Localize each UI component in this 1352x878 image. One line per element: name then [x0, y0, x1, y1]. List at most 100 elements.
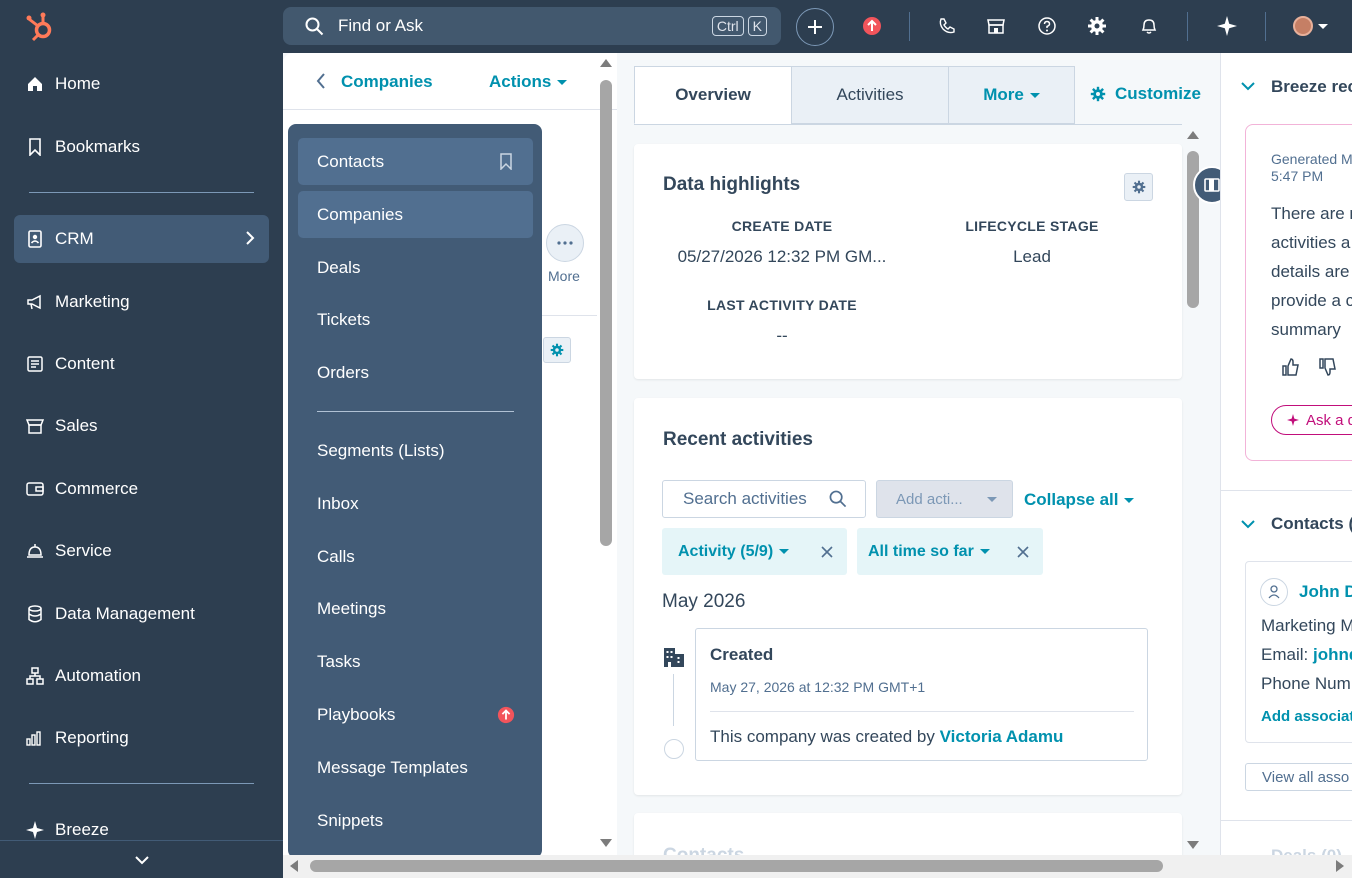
menu-item-label: Inbox: [317, 493, 359, 513]
menu-item-deals[interactable]: Deals: [298, 244, 533, 291]
scrollbar-thumb[interactable]: [310, 860, 1163, 872]
scroll-up-icon[interactable]: [1187, 131, 1199, 139]
nav-label: Reporting: [55, 728, 129, 747]
scroll-down-icon[interactable]: [1187, 841, 1199, 849]
menu-item-contacts[interactable]: Contacts: [298, 138, 533, 185]
summary-line: provide a c: [1271, 291, 1352, 310]
notifications-icon[interactable]: [1133, 10, 1165, 42]
add-icon[interactable]: [796, 8, 834, 46]
chevron-down-icon: [1124, 498, 1135, 504]
ask-a-question-button[interactable]: Ask a q: [1271, 405, 1352, 435]
center-scrollbar[interactable]: [1185, 127, 1201, 853]
last-activity-value: --: [776, 326, 788, 345]
panel-divider: [542, 315, 597, 316]
nav-label: Breeze: [55, 820, 109, 839]
help-icon[interactable]: [1031, 10, 1063, 42]
menu-item-playbooks[interactable]: Playbooks: [298, 691, 533, 738]
chevron-down-icon: [986, 496, 997, 502]
menu-item-meetings[interactable]: Meetings: [298, 585, 533, 632]
customize-button[interactable]: Customize: [1090, 84, 1201, 104]
bookmark-icon[interactable]: [499, 153, 513, 170]
back-to-companies-link[interactable]: Companies: [341, 72, 433, 92]
nav-content[interactable]: Content: [14, 340, 269, 388]
settings-icon[interactable]: [1081, 10, 1113, 42]
timeline-line: [673, 674, 674, 726]
gear-icon: [1090, 86, 1106, 102]
menu-item-tickets[interactable]: Tickets: [298, 296, 533, 343]
nav-commerce[interactable]: Commerce: [14, 465, 269, 513]
menu-item-label: Tasks: [317, 651, 361, 671]
megaphone-icon: [26, 293, 44, 311]
menu-item-snippets[interactable]: Snippets: [298, 797, 533, 844]
nav-reporting[interactable]: Reporting: [14, 714, 269, 762]
nav-marketing[interactable]: Marketing: [14, 278, 269, 326]
activity-user-link[interactable]: Victoria Adamu: [940, 727, 1064, 746]
toolbar-divider: [1265, 12, 1266, 41]
global-search[interactable]: Find or Ask Ctrl K: [283, 7, 781, 45]
scroll-up-icon[interactable]: [600, 59, 612, 67]
lifecycle-stage-label: LIFECYCLE STAGE: [965, 218, 1099, 234]
recent-activities-card: Recent activities Search activities Add …: [634, 398, 1182, 795]
nav-expand-button[interactable]: [0, 840, 283, 878]
time-filter-chip[interactable]: All time so far: [857, 528, 1043, 575]
thumbs-down-icon[interactable]: [1319, 358, 1337, 376]
menu-item-orders[interactable]: Orders: [298, 349, 533, 396]
marketplace-icon[interactable]: [980, 10, 1012, 42]
activity-filter-chip[interactable]: Activity (5/9): [662, 528, 847, 575]
email-link[interactable]: johnd: [1313, 645, 1352, 664]
add-association-link[interactable]: Add associati: [1261, 708, 1352, 725]
add-activity-label: Add acti...: [896, 490, 963, 508]
phone-icon[interactable]: [931, 10, 963, 42]
generated-line-1: Generated M: [1271, 151, 1352, 167]
nav-data-management[interactable]: Data Management: [14, 590, 269, 638]
scroll-down-icon[interactable]: [600, 839, 612, 847]
menu-item-message-templates[interactable]: Message Templates: [298, 744, 533, 791]
menu-item-calls[interactable]: Calls: [298, 533, 533, 580]
nav-service[interactable]: Service: [14, 527, 269, 575]
view-all-associations-button[interactable]: View all asso: [1245, 763, 1352, 791]
menu-item-inbox[interactable]: Inbox: [298, 480, 533, 527]
activity-entry[interactable]: Created May 27, 2026 at 12:32 PM GMT+1 T…: [695, 628, 1148, 761]
scroll-left-icon[interactable]: [290, 860, 298, 872]
actions-dropdown[interactable]: Actions: [489, 72, 568, 92]
nav-label: Marketing: [55, 292, 130, 311]
menu-item-segments[interactable]: Segments (Lists): [298, 427, 533, 474]
chevron-down-icon[interactable]: [1241, 81, 1255, 91]
workflow-icon: [26, 667, 44, 685]
tab-more[interactable]: More: [948, 66, 1075, 124]
collapse-all-button[interactable]: Collapse all: [1024, 490, 1135, 510]
avatar[interactable]: [1293, 16, 1328, 36]
card-settings-button[interactable]: [1124, 173, 1153, 201]
nav-automation[interactable]: Automation: [14, 652, 269, 700]
menu-item-companies[interactable]: Companies: [298, 191, 533, 238]
breeze-sparkle-icon[interactable]: [1211, 10, 1243, 42]
more-actions-button[interactable]: [546, 224, 584, 262]
upgrade-icon[interactable]: [856, 10, 888, 42]
add-activity-dropdown[interactable]: Add acti...: [876, 480, 1013, 518]
nav-crm[interactable]: CRM: [14, 215, 269, 263]
panel-settings-button[interactable]: [543, 337, 571, 363]
nav-home[interactable]: Home: [14, 60, 269, 108]
scroll-right-icon[interactable]: [1336, 860, 1344, 872]
close-icon[interactable]: [821, 545, 833, 558]
contact-card: John D Marketing M Email: johnd Phone Nu…: [1245, 561, 1352, 743]
chevron-left-icon[interactable]: [316, 72, 326, 90]
menu-item-label: Message Templates: [317, 757, 468, 777]
tab-overview[interactable]: Overview: [634, 66, 792, 124]
create-date-value: 05/27/2026 12:32 PM GM...: [677, 247, 887, 266]
nav-bookmarks[interactable]: Bookmarks: [14, 123, 269, 171]
search-activities-input[interactable]: Search activities: [662, 480, 866, 518]
close-icon[interactable]: [1017, 545, 1029, 558]
contact-name-link[interactable]: John D: [1299, 582, 1352, 602]
chevron-down-icon[interactable]: [1241, 519, 1255, 529]
tab-activities[interactable]: Activities: [791, 66, 949, 124]
horizontal-scrollbar[interactable]: [283, 855, 1352, 878]
menu-item-tasks[interactable]: Tasks: [298, 638, 533, 685]
chevron-down-icon: [134, 855, 150, 865]
nav-sales[interactable]: Sales: [14, 402, 269, 450]
panel-scrollbar[interactable]: [597, 56, 615, 856]
contact-role: Marketing M: [1261, 616, 1352, 635]
thumbs-up-icon[interactable]: [1282, 358, 1300, 376]
hubspot-logo-icon[interactable]: [25, 10, 55, 42]
scrollbar-thumb[interactable]: [600, 80, 612, 546]
